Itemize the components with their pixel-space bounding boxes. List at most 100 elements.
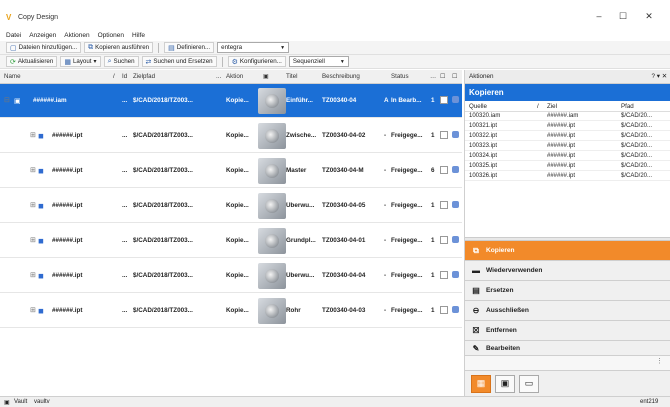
- table-row[interactable]: ⊞ ◼ ######.ipt... $/CAD/2018/TZ003... Kopie.…: [0, 119, 462, 153]
- grid-header: Name / Id Zielpfad ... Aktion ▣ Titel Be…: [0, 70, 462, 84]
- count-cell: 1: [431, 97, 435, 104]
- expand-icon[interactable]: ⊞: [30, 166, 36, 174]
- id-dots: ...: [122, 307, 128, 314]
- panel-controls[interactable]: ? ▾ ✕: [652, 73, 667, 80]
- action-cell[interactable]: Kopie...: [226, 237, 260, 244]
- search-replace-button[interactable]: ⇄ Suchen und Ersetzen: [141, 56, 217, 67]
- menu-anzeigen[interactable]: Anzeigen: [29, 32, 56, 39]
- status-cell: Freigege...: [391, 132, 423, 139]
- close-icon[interactable]: ✕: [642, 11, 656, 22]
- col-path[interactable]: Pfad: [621, 103, 634, 110]
- op-replace-button[interactable]: ▤ Ersetzen: [465, 281, 670, 301]
- revision-flag: -: [384, 132, 387, 139]
- replace-icon: ⇄: [145, 58, 152, 66]
- id-dots: ...: [122, 272, 128, 279]
- title-bar: V Copy Design – ☐ ✕: [0, 0, 670, 30]
- op-exclude-button[interactable]: ⊖ Ausschließen: [465, 301, 670, 321]
- row-checkbox[interactable]: [440, 201, 448, 209]
- mode-combo[interactable]: Sequenziell ▼: [288, 56, 349, 67]
- configure-icon: ⚙: [231, 58, 238, 66]
- table-row[interactable]: ⊞ ◼ ######.ipt... $/CAD/2018/TZ003... Kopie.…: [0, 189, 462, 223]
- list-item[interactable]: 100325.ipt ######.ipt $/CAD/20...: [465, 162, 670, 171]
- list-item[interactable]: 100322.ipt ######.ipt $/CAD/20...: [465, 132, 670, 141]
- action-cell[interactable]: Kopie...: [226, 272, 260, 279]
- col-target[interactable]: Zielpfad: [133, 73, 155, 80]
- list-item[interactable]: 100323.ipt ######.ipt $/CAD/20...: [465, 142, 670, 151]
- expand-icon[interactable]: ⊞: [30, 306, 36, 314]
- vault-icon: ▣: [4, 400, 10, 406]
- op-reuse-button[interactable]: ▬ Wiederverwenden: [465, 261, 670, 281]
- part-thumbnail: [258, 298, 286, 324]
- list-item[interactable]: 100320.iam ######.iam $/CAD/20...: [465, 112, 670, 121]
- row-checkbox[interactable]: [440, 131, 448, 139]
- col-action[interactable]: Aktion: [226, 73, 243, 80]
- thumbnail-view-icon[interactable]: ▣: [495, 374, 515, 393]
- action-cell[interactable]: Kopie...: [226, 307, 260, 314]
- row-checkbox[interactable]: [440, 96, 448, 104]
- path-cell: $/CAD/20...: [621, 133, 653, 139]
- title-cell: Grundpl...: [286, 237, 316, 244]
- configure-button[interactable]: ⚙ Konfigurieren...: [227, 56, 286, 67]
- col-desc[interactable]: Beschreibung: [322, 73, 360, 80]
- col-source[interactable]: Quelle: [469, 103, 487, 110]
- col-count: …: [430, 73, 437, 80]
- list-item[interactable]: 100324.ipt ######.ipt $/CAD/20...: [465, 152, 670, 161]
- menu-optionen[interactable]: Optionen: [98, 32, 124, 39]
- table-row[interactable]: ⊞ ◼ ######.ipt... $/CAD/2018/TZ003... Kopie.…: [0, 224, 462, 258]
- table-row[interactable]: ⊞ ◼ ######.ipt... $/CAD/2018/TZ003... Kopie.…: [0, 259, 462, 293]
- table-row[interactable]: ⊞ ◼ ######.ipt... $/CAD/2018/TZ003... Kopie.…: [0, 154, 462, 188]
- row-checkbox[interactable]: [440, 306, 448, 314]
- maximize-icon[interactable]: ☐: [616, 11, 630, 22]
- col-name[interactable]: Name: [4, 73, 21, 80]
- col-title[interactable]: Titel: [286, 73, 297, 80]
- expand-icon[interactable]: ⊞: [30, 201, 36, 209]
- list-item[interactable]: 100321.ipt ######.ipt $/CAD/20...: [465, 122, 670, 131]
- expand-icon[interactable]: ⊞: [30, 236, 36, 244]
- row-checkbox[interactable]: [440, 236, 448, 244]
- list-item[interactable]: 100326.ipt ######.ipt $/CAD/20...: [465, 172, 670, 181]
- action-cell[interactable]: Kopie...: [226, 202, 260, 209]
- scheme-combo[interactable]: entegra ▼: [217, 42, 290, 53]
- op-copy-button[interactable]: ⧉ Kopieren: [465, 241, 670, 261]
- col-id[interactable]: Id: [122, 73, 127, 80]
- col-sort-slash: /: [537, 103, 539, 110]
- minimize-icon[interactable]: –: [592, 11, 606, 21]
- file-grid: Name / Id Zielpfad ... Aktion ▣ Titel Be…: [0, 70, 462, 396]
- path-cell: $/CAD/20...: [621, 113, 653, 119]
- add-files-button[interactable]: ▢ Dateien hinzufügen...: [6, 42, 82, 53]
- menu-datei[interactable]: Datei: [6, 32, 21, 39]
- folder-icon[interactable]: ▭: [519, 374, 539, 393]
- search-button[interactable]: ⌕ Suchen: [103, 56, 139, 67]
- row-checkbox[interactable]: [440, 271, 448, 279]
- col-target[interactable]: Ziel: [547, 103, 557, 110]
- actions-panel-title: Kopieren: [465, 84, 670, 101]
- refresh-button[interactable]: ⟳ Aktualisieren: [6, 56, 58, 67]
- refresh-icon: ⟳: [10, 58, 16, 66]
- expand-icon[interactable]: ⊞: [30, 271, 36, 279]
- copy-icon: ⧉: [473, 245, 479, 255]
- table-row[interactable]: ⊞ ◼ ######.ipt... $/CAD/2018/TZ003... Kopie.…: [0, 294, 462, 328]
- expand-icon[interactable]: ⊞: [30, 131, 36, 139]
- col-status[interactable]: Status: [391, 73, 409, 80]
- toolbar-main: ▢ Dateien hinzufügen... ⧉ Kopieren ausfü…: [0, 41, 670, 55]
- define-button[interactable]: ▤ Definieren...: [164, 42, 215, 53]
- path-cell: $/CAD/20...: [621, 143, 653, 149]
- col-ellipsis: ...: [216, 73, 222, 80]
- table-row[interactable]: ⊟ ▣ ######.iam... $/CAD/2018/TZ003... Kopie.…: [0, 84, 462, 118]
- part-thumbnail: [258, 263, 286, 289]
- menu-hilfe[interactable]: Hilfe: [132, 32, 145, 39]
- collapse-icon[interactable]: ⊟: [4, 96, 10, 104]
- revision-flag: -: [384, 272, 387, 279]
- op-edit-button[interactable]: ✎ Bearbeiten: [465, 341, 670, 356]
- grid-view-icon[interactable]: ▦: [471, 374, 491, 393]
- action-cell[interactable]: Kopie...: [226, 167, 260, 174]
- op-remove-button[interactable]: ☒ Entfernen: [465, 321, 670, 341]
- row-checkbox[interactable]: [440, 166, 448, 174]
- action-cell[interactable]: Kopie...: [226, 97, 260, 104]
- file-icon: ◼: [38, 133, 44, 140]
- action-cell[interactable]: Kopie...: [226, 132, 260, 139]
- menu-aktionen[interactable]: Aktionen: [64, 32, 89, 39]
- layout-button[interactable]: ▦ Layout ▾: [60, 56, 101, 67]
- grip-icon[interactable]: ⋮: [656, 357, 663, 365]
- run-copy-button[interactable]: ⧉ Kopieren ausführen: [84, 42, 154, 53]
